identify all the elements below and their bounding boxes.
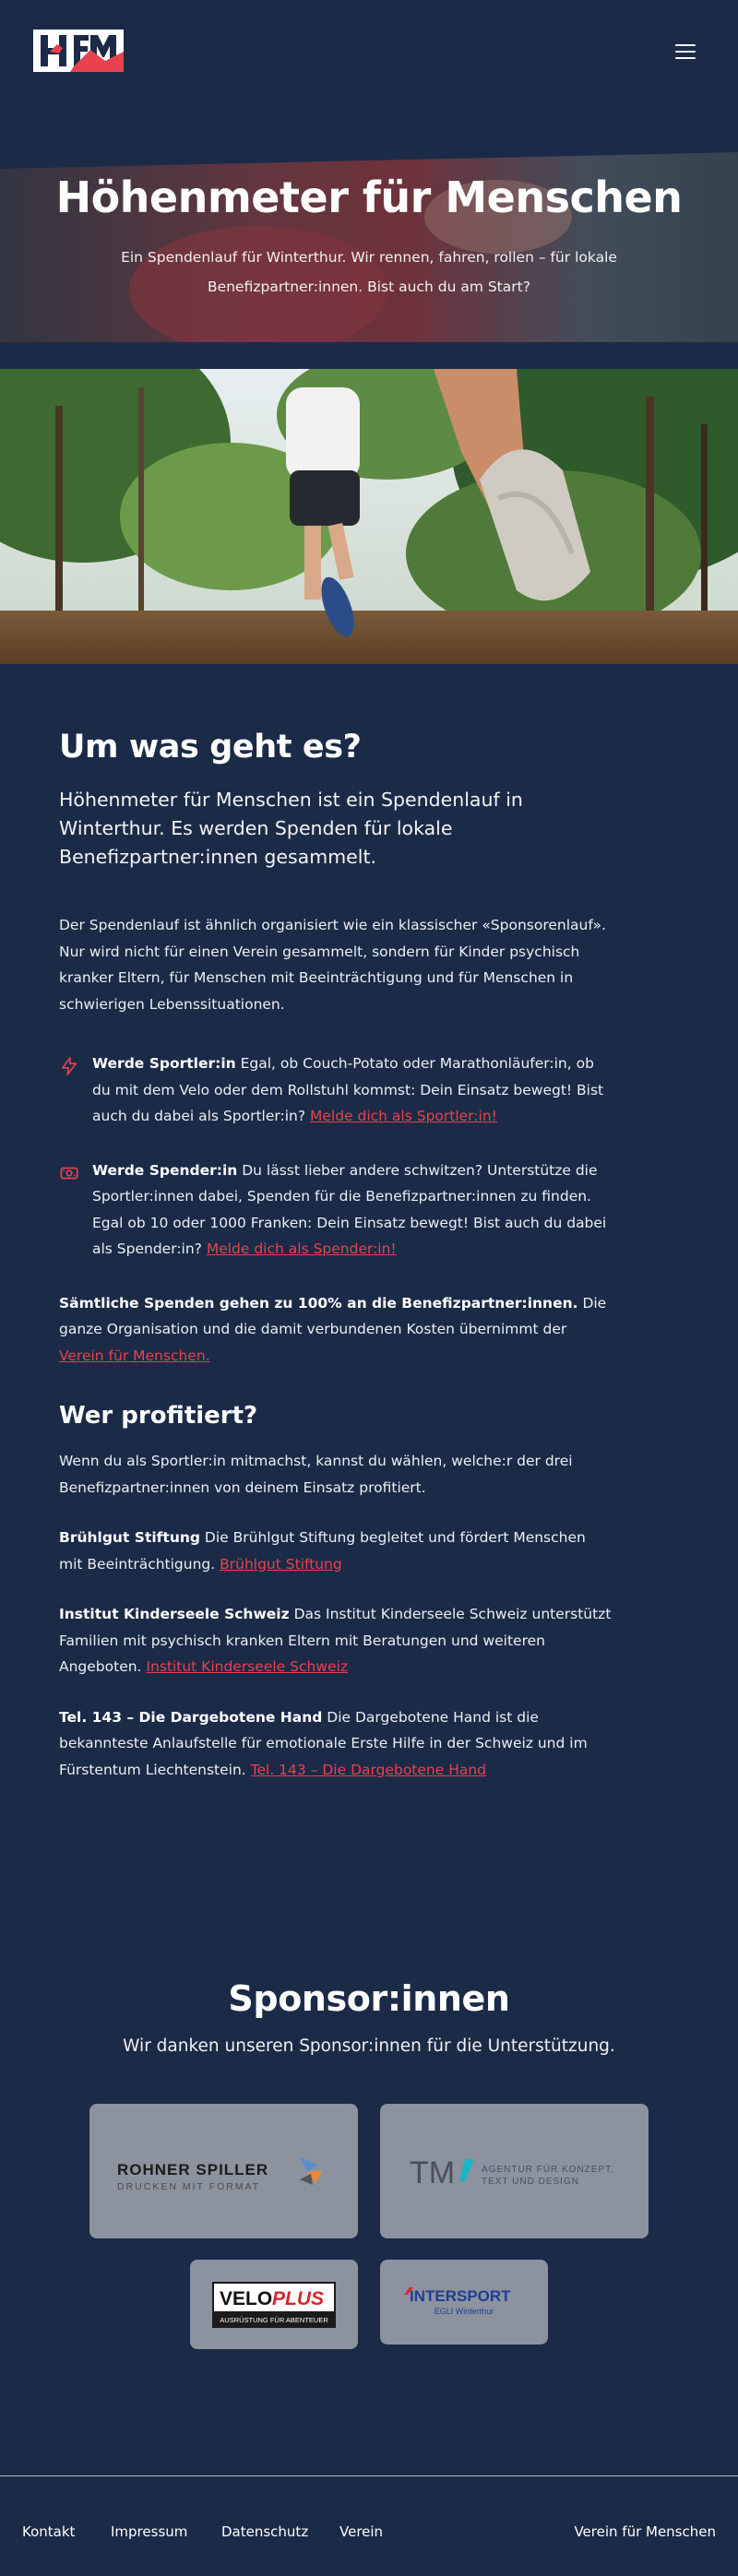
money-icon xyxy=(60,1167,78,1179)
beneficiary-item: Tel. 143 – Die Dargebotene Hand Die Darg… xyxy=(59,1708,588,1778)
feature-spender: Werde Spender:in Du lässt lieber andere … xyxy=(59,1157,613,1263)
beneficiary-item: Brühlgut Stiftung Die Brühlgut Stiftung … xyxy=(59,1529,586,1573)
feature-spender-title: Werde Spender:in xyxy=(92,1161,238,1179)
svg-text:EGLI Winterthur: EGLI Winterthur xyxy=(434,2307,494,2316)
lightning-icon xyxy=(61,1057,77,1075)
footer-link-impressum[interactable]: Impressum xyxy=(111,2523,187,2540)
svg-text:INTERSPORT: INTERSPORT xyxy=(410,2287,511,2305)
signup-sportler-link[interactable]: Melde dich als Sportler:in! xyxy=(310,1108,497,1124)
donation-info: Sämtliche Spenden gehen zu 100% an die B… xyxy=(59,1290,613,1370)
site-header xyxy=(0,0,738,101)
sponsors-subtitle: Wir danken unseren Sponsor:innen für die… xyxy=(123,2036,615,2056)
beneficiary-name: Tel. 143 – Die Dargebotene Hand xyxy=(59,1708,323,1726)
svg-text:VELO: VELO xyxy=(220,2288,272,2309)
beneficiaries-intro: Wenn du als Sportler:in mitmachst, kanns… xyxy=(59,1453,573,1496)
feature-sportler-title: Werde Sportler:in xyxy=(92,1055,236,1072)
bruehlgut-link[interactable]: Brühlgut Stiftung xyxy=(220,1556,342,1573)
footer-link-datenschutz[interactable]: Datenschutz xyxy=(221,2523,308,2540)
dargebotene-hand-link[interactable]: Tel. 143 – Die Dargebotene Hand xyxy=(251,1762,486,1778)
donation-bold: Sämtliche Spenden gehen zu 100% an die B… xyxy=(59,1294,578,1312)
sponsor-logo-intersport[interactable]: INTERSPORT EGLI Winterthur xyxy=(380,2260,548,2345)
svg-text:AGENTUR FÜR KONZEPT,: AGENTUR FÜR KONZEPT, xyxy=(482,2164,614,2175)
rohner-tagline: DRUCKEN MIT FORMAT xyxy=(117,2181,260,2192)
beneficiary-name: Institut Kinderseele Schweiz xyxy=(59,1606,290,1622)
about-heading: Um was geht es? xyxy=(59,729,362,766)
runners-image xyxy=(0,369,738,664)
beneficiaries-heading: Wer profitiert? xyxy=(59,1402,258,1430)
about-intro: Der Spendenlauf ist ähnlich organisiert … xyxy=(59,917,606,1013)
sponsor-logo-veloplus[interactable]: VELO PLUS AUSRÜSTUNG FÜR ABENTEUER xyxy=(190,2260,358,2349)
sponsors-heading: Sponsor:innen xyxy=(228,1978,510,2019)
beneficiary-name: Brühlgut Stiftung xyxy=(59,1529,200,1546)
menu-button[interactable] xyxy=(675,44,696,61)
main-content: Um was geht es? Höhenmeter für Menschen … xyxy=(59,729,613,1783)
hero-title: Höhenmeter für Menschen xyxy=(55,172,683,222)
hero-banner: Höhenmeter für Menschen Ein Spendenlauf … xyxy=(0,152,738,342)
svg-text:TEXT UND DESIGN: TEXT UND DESIGN xyxy=(482,2177,579,2187)
sponsor-logo-rohner-spiller[interactable]: ROHNER SPILLER DRUCKEN MIT FORMAT xyxy=(89,2104,358,2238)
footer-link-kontakt[interactable]: Kontakt xyxy=(22,2523,75,2540)
hamburger-icon xyxy=(675,44,696,46)
runners-photo xyxy=(0,369,738,664)
beneficiary-item: Institut Kinderseele Schweiz Das Institu… xyxy=(59,1606,612,1675)
about-lead: Höhenmeter für Menschen ist ein Spendenl… xyxy=(59,789,523,868)
site-logo[interactable] xyxy=(33,30,124,72)
footer-link-verein[interactable]: Verein xyxy=(339,2523,383,2540)
signup-spender-link[interactable]: Melde dich als Spender:in! xyxy=(207,1241,397,1257)
svg-text:AUSRÜSTUNG FÜR ABENTEUER: AUSRÜSTUNG FÜR ABENTEUER xyxy=(220,2316,328,2324)
sponsor-logo-tm[interactable]: TM AGENTUR FÜR KONZEPT, TEXT UND DESIGN xyxy=(380,2104,649,2238)
feature-sportler: Werde Sportler:in Egal, ob Couch-Potato … xyxy=(59,1051,613,1130)
verein-link[interactable]: Verein für Menschen. xyxy=(59,1347,210,1364)
rohner-name: ROHNER SPILLER xyxy=(117,2161,268,2178)
kinderseele-link[interactable]: Institut Kinderseele Schweiz xyxy=(146,1658,348,1675)
tm-name: TM xyxy=(410,2155,455,2190)
site-footer: Kontakt Impressum Datenschutz Verein Ver… xyxy=(0,2523,738,2542)
hero-subtitle: Ein Spendenlauf für Winterthur. Wir renn… xyxy=(121,249,617,295)
footer-brand-link[interactable]: Verein für Menschen xyxy=(574,2523,716,2540)
svg-text:PLUS: PLUS xyxy=(272,2288,324,2309)
footer-divider xyxy=(0,2475,738,2476)
